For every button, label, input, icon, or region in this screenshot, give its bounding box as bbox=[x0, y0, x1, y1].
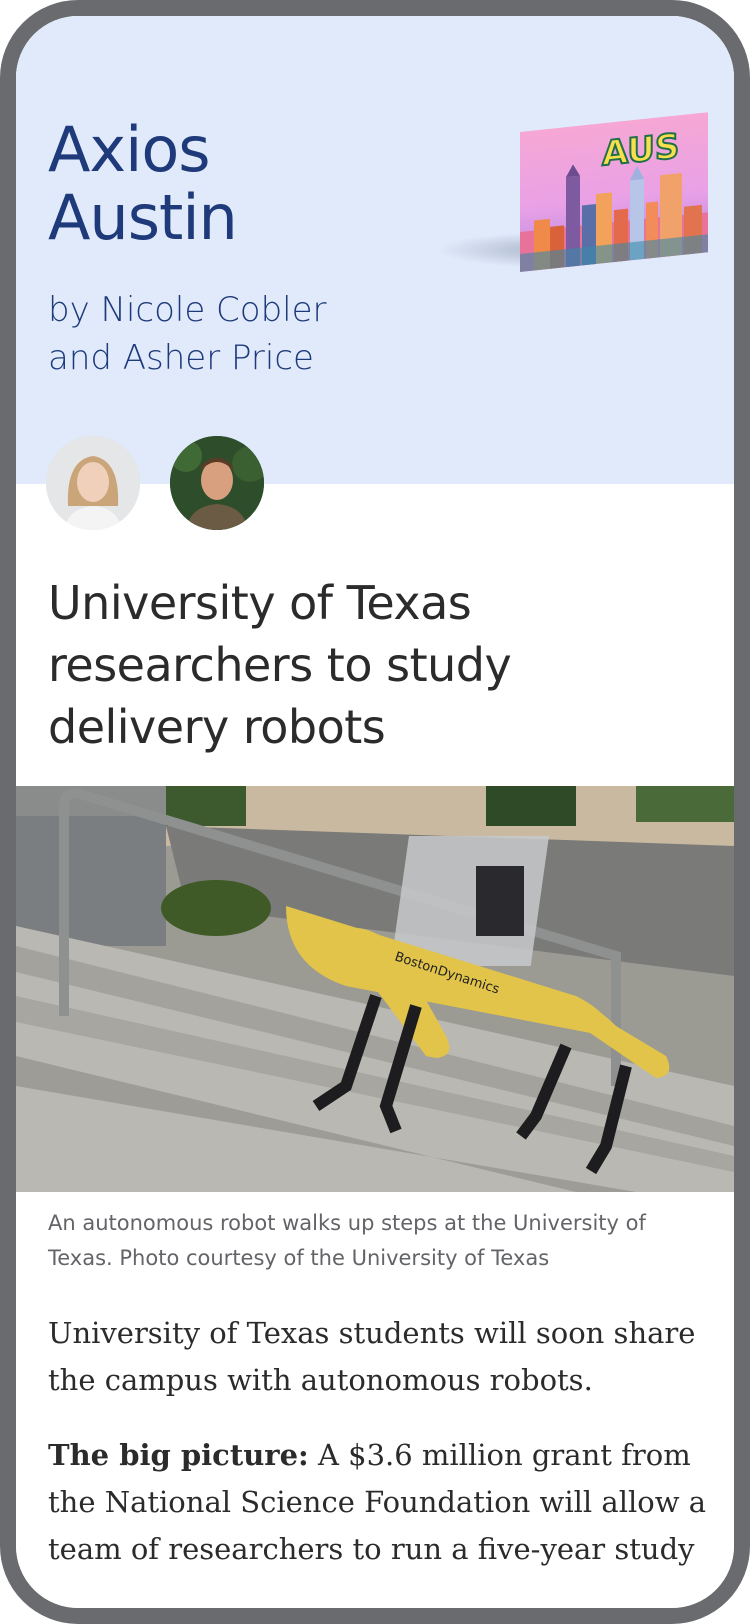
newsletter-header: Axios Austin by Nicole Cobler and Asher … bbox=[16, 16, 734, 484]
byline: by Nicole Cobler and Asher Price bbox=[48, 286, 327, 382]
author-photo-2 bbox=[170, 436, 264, 530]
article-paragraph-1: University of Texas students will soon s… bbox=[48, 1316, 696, 1397]
skyline-graphic: AUS bbox=[520, 125, 708, 272]
byline-line-1: by Nicole Cobler bbox=[48, 290, 327, 330]
article-paragraph-2: The big picture: A $3.6 million grant fr… bbox=[48, 1432, 708, 1573]
big-picture-label: The big picture: bbox=[48, 1438, 309, 1472]
postcard-lettering: AUS bbox=[602, 126, 679, 174]
article-photo: BostonDynamics bbox=[16, 786, 734, 1192]
austin-skyline-postcard: AUS bbox=[520, 112, 708, 272]
city-postcard-illustration: AUS bbox=[436, 112, 708, 284]
phone-frame: Axios Austin by Nicole Cobler and Asher … bbox=[0, 0, 750, 1624]
title-line-1: Axios bbox=[48, 113, 211, 186]
photo-caption: An autonomous robot walks up steps at th… bbox=[48, 1211, 646, 1270]
robot-on-steps-image: BostonDynamics bbox=[16, 786, 734, 1192]
article-headline: University of Texas researchers to study… bbox=[48, 576, 512, 754]
newsletter-screen: Axios Austin by Nicole Cobler and Asher … bbox=[16, 16, 734, 1608]
avatar-asher-price[interactable] bbox=[170, 436, 264, 530]
newsletter-title: Axios Austin bbox=[48, 113, 238, 254]
title-line-2: Austin bbox=[48, 181, 238, 254]
avatar-nicole-cobler[interactable] bbox=[46, 436, 140, 530]
byline-line-2: and Asher Price bbox=[48, 338, 314, 378]
author-photo-1 bbox=[46, 436, 140, 530]
